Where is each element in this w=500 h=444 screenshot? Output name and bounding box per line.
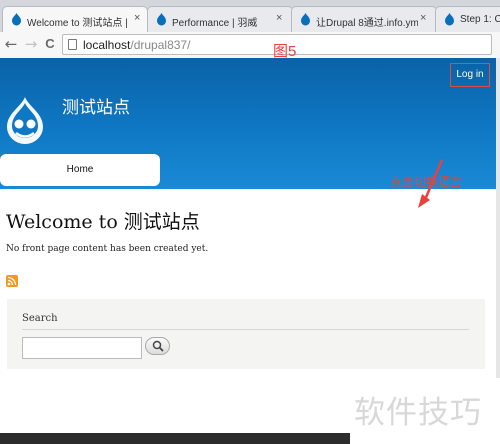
drupal-logo-icon[interactable] [5, 95, 45, 145]
search-divider [22, 329, 469, 330]
browser-tab-strip: Welcome to 测试站点 | × Performance | 羽威 × 让… [0, 0, 500, 32]
search-block-title: Search [22, 313, 58, 324]
browser-tab-drupal-info[interactable]: 让Drupal 8通过.info.ym × [291, 6, 437, 32]
tab-title: Performance | 羽威 [172, 18, 258, 29]
nav-home-tab[interactable]: Home [0, 154, 160, 186]
back-arrow-icon[interactable]: ← [2, 35, 20, 53]
close-tab-icon[interactable]: × [276, 12, 282, 24]
page-title: Welcome to 测试站点 [6, 211, 200, 233]
drupal-favicon-icon [445, 13, 454, 26]
browser-tab-welcome[interactable]: Welcome to 测试站点 | × [2, 6, 148, 32]
watermark-text: 软件技巧 [354, 395, 482, 431]
browser-tab-step1[interactable]: Step 1: Co [435, 6, 500, 32]
site-name[interactable]: 测试站点 [62, 93, 130, 118]
search-block: Search [7, 299, 485, 369]
url-path: /drupal837/ [130, 38, 191, 52]
click-annotation: 点击切换语言 [390, 175, 463, 189]
drupal-favicon-icon [157, 13, 166, 26]
figure-annotation: 图5 [273, 43, 297, 60]
tab-title: 让Drupal 8通过.info.ym [316, 18, 418, 29]
close-tab-icon[interactable]: × [420, 12, 426, 24]
browser-toolbar: ← → C localhost/drupal837/ [0, 32, 500, 59]
drupal-favicon-icon [301, 13, 310, 26]
url-text: localhost/drupal837/ [83, 38, 190, 52]
browser-tab-performance[interactable]: Performance | 羽威 × [147, 6, 293, 32]
tab-title: Step 1: Co [460, 14, 500, 25]
main-content: Welcome to 测试站点 No front page content ha… [0, 189, 496, 419]
search-input[interactable] [22, 337, 142, 359]
rss-feed-icon[interactable] [6, 275, 18, 287]
forward-arrow-icon[interactable]: → [22, 35, 40, 53]
front-page-message: No front page content has been created y… [6, 244, 209, 254]
reload-icon[interactable]: C [41, 35, 59, 53]
page-info-icon[interactable] [68, 39, 77, 50]
tab-title: Welcome to 测试站点 | [27, 18, 128, 29]
taskbar-strip [0, 433, 350, 444]
site-header: Log in 测试站点 点击切换语言 Home [0, 58, 496, 208]
search-icon [152, 340, 164, 352]
scrollbar-track[interactable] [496, 58, 500, 378]
drupal-favicon-icon [12, 13, 21, 26]
login-link[interactable]: Log in [450, 63, 490, 87]
search-button[interactable] [145, 337, 170, 355]
url-host: localhost [83, 38, 131, 52]
close-tab-icon[interactable]: × [134, 12, 140, 24]
